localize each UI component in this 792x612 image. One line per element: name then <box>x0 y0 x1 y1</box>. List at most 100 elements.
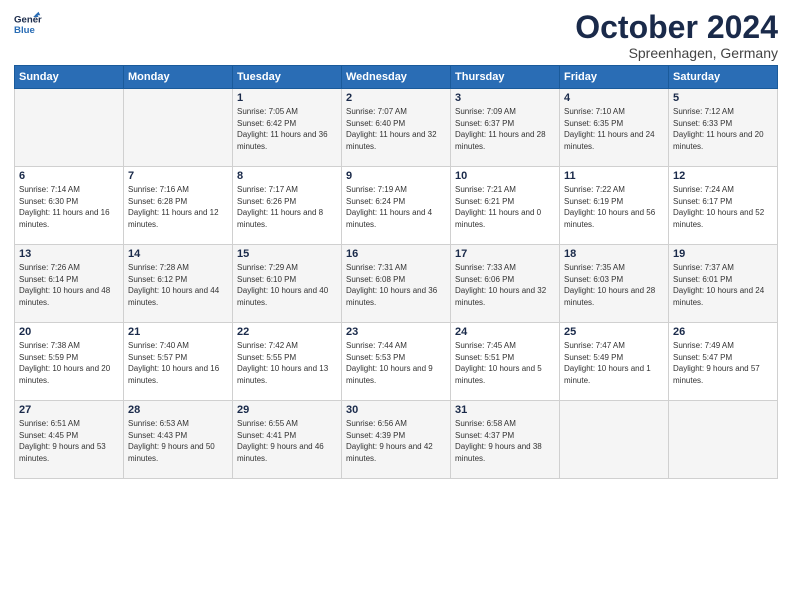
calendar-cell: 25 Sunrise: 7:47 AMSunset: 5:49 PMDayligh… <box>560 323 669 401</box>
day-number: 15 <box>237 248 337 260</box>
day-header-monday: Monday <box>124 66 233 89</box>
day-info: Sunrise: 7:12 AMSunset: 6:33 PMDaylight:… <box>673 106 773 152</box>
day-info: Sunrise: 7:47 AMSunset: 5:49 PMDaylight:… <box>564 340 664 386</box>
calendar-cell: 29 Sunrise: 6:55 AMSunset: 4:41 PMDayligh… <box>233 401 342 479</box>
logo-icon: General Blue <box>14 10 42 38</box>
page-subtitle: Spreenhagen, Germany <box>575 45 778 61</box>
day-number: 1 <box>237 92 337 104</box>
day-info: Sunrise: 6:58 AMSunset: 4:37 PMDaylight:… <box>455 418 555 464</box>
day-header-tuesday: Tuesday <box>233 66 342 89</box>
day-number: 27 <box>19 404 119 416</box>
day-number: 23 <box>346 326 446 338</box>
day-number: 11 <box>564 170 664 182</box>
day-number: 19 <box>673 248 773 260</box>
day-info: Sunrise: 7:37 AMSunset: 6:01 PMDaylight:… <box>673 262 773 308</box>
svg-text:Blue: Blue <box>14 25 35 36</box>
day-info: Sunrise: 7:10 AMSunset: 6:35 PMDaylight:… <box>564 106 664 152</box>
day-info: Sunrise: 7:19 AMSunset: 6:24 PMDaylight:… <box>346 184 446 230</box>
day-info: Sunrise: 7:45 AMSunset: 5:51 PMDaylight:… <box>455 340 555 386</box>
title-block: October 2024 Spreenhagen, Germany <box>575 10 778 61</box>
day-info: Sunrise: 7:14 AMSunset: 6:30 PMDaylight:… <box>19 184 119 230</box>
calendar-cell: 16 Sunrise: 7:31 AMSunset: 6:08 PMDayligh… <box>342 245 451 323</box>
calendar-cell: 1Sunrise: 7:05 AMSunset: 6:42 PMDaylight… <box>233 89 342 167</box>
calendar-cell <box>124 89 233 167</box>
calendar-cell: 14Sunrise: 7:28 AMSunset: 6:12 PMDayligh… <box>124 245 233 323</box>
calendar-cell: 24Sunrise: 7:45 AMSunset: 5:51 PMDayligh… <box>451 323 560 401</box>
calendar-cell: 13Sunrise: 7:26 AMSunset: 6:14 PMDayligh… <box>15 245 124 323</box>
day-info: Sunrise: 7:24 AMSunset: 6:17 PMDaylight:… <box>673 184 773 230</box>
calendar-cell: 7 Sunrise: 7:16 AMSunset: 6:28 PMDaylight… <box>124 167 233 245</box>
day-info: Sunrise: 6:51 AMSunset: 4:45 PMDaylight:… <box>19 418 119 464</box>
calendar-cell <box>560 401 669 479</box>
calendar-cell: 27 Sunrise: 6:51 AMSunset: 4:45 PMDayligh… <box>15 401 124 479</box>
day-number: 3 <box>455 92 555 104</box>
day-number: 22 <box>237 326 337 338</box>
calendar-cell: 30Sunrise: 6:56 AMSunset: 4:39 PMDayligh… <box>342 401 451 479</box>
day-number: 9 <box>346 170 446 182</box>
day-number: 20 <box>19 326 119 338</box>
day-number: 13 <box>19 248 119 260</box>
page-title: October 2024 <box>575 10 778 45</box>
calendar-cell <box>15 89 124 167</box>
calendar-cell: 8 Sunrise: 7:17 AMSunset: 6:26 PMDaylight… <box>233 167 342 245</box>
day-info: Sunrise: 7:33 AMSunset: 6:06 PMDaylight:… <box>455 262 555 308</box>
day-number: 7 <box>128 170 228 182</box>
day-info: Sunrise: 7:42 AMSunset: 5:55 PMDaylight:… <box>237 340 337 386</box>
day-number: 21 <box>128 326 228 338</box>
day-header-friday: Friday <box>560 66 669 89</box>
day-number: 2 <box>346 92 446 104</box>
calendar-cell: 4Sunrise: 7:10 AMSunset: 6:35 PMDaylight… <box>560 89 669 167</box>
day-number: 31 <box>455 404 555 416</box>
day-number: 18 <box>564 248 664 260</box>
day-info: Sunrise: 7:44 AMSunset: 5:53 PMDaylight:… <box>346 340 446 386</box>
day-header-wednesday: Wednesday <box>342 66 451 89</box>
day-info: Sunrise: 6:53 AMSunset: 4:43 PMDaylight:… <box>128 418 228 464</box>
calendar-cell: 31 Sunrise: 6:58 AMSunset: 4:37 PMDayligh… <box>451 401 560 479</box>
day-info: Sunrise: 7:38 AMSunset: 5:59 PMDaylight:… <box>19 340 119 386</box>
day-info: Sunrise: 7:07 AMSunset: 6:40 PMDaylight:… <box>346 106 446 152</box>
day-info: Sunrise: 7:09 AMSunset: 6:37 PMDaylight:… <box>455 106 555 152</box>
week-row-5: 27 Sunrise: 6:51 AMSunset: 4:45 PMDayligh… <box>15 401 778 479</box>
day-header-thursday: Thursday <box>451 66 560 89</box>
calendar-table: SundayMondayTuesdayWednesdayThursdayFrid… <box>14 65 778 479</box>
day-number: 29 <box>237 404 337 416</box>
day-number: 8 <box>237 170 337 182</box>
day-header-saturday: Saturday <box>669 66 778 89</box>
logo: General Blue <box>14 10 42 38</box>
calendar-cell: 18 Sunrise: 7:35 AMSunset: 6:03 PMDayligh… <box>560 245 669 323</box>
day-number: 6 <box>19 170 119 182</box>
day-info: Sunrise: 7:49 AMSunset: 5:47 PMDaylight:… <box>673 340 773 386</box>
day-info: Sunrise: 7:35 AMSunset: 6:03 PMDaylight:… <box>564 262 664 308</box>
calendar-cell: 6 Sunrise: 7:14 AMSunset: 6:30 PMDaylight… <box>15 167 124 245</box>
week-row-2: 6 Sunrise: 7:14 AMSunset: 6:30 PMDaylight… <box>15 167 778 245</box>
calendar-cell: 10Sunrise: 7:21 AMSunset: 6:21 PMDayligh… <box>451 167 560 245</box>
day-info: Sunrise: 6:56 AMSunset: 4:39 PMDaylight:… <box>346 418 446 464</box>
calendar-cell: 15Sunrise: 7:29 AMSunset: 6:10 PMDayligh… <box>233 245 342 323</box>
calendar-cell: 12 Sunrise: 7:24 AMSunset: 6:17 PMDayligh… <box>669 167 778 245</box>
day-number: 26 <box>673 326 773 338</box>
day-number: 25 <box>564 326 664 338</box>
day-info: Sunrise: 7:17 AMSunset: 6:26 PMDaylight:… <box>237 184 337 230</box>
day-info: Sunrise: 7:31 AMSunset: 6:08 PMDaylight:… <box>346 262 446 308</box>
day-info: Sunrise: 7:28 AMSunset: 6:12 PMDaylight:… <box>128 262 228 308</box>
day-info: Sunrise: 7:22 AMSunset: 6:19 PMDaylight:… <box>564 184 664 230</box>
calendar-cell: 5 Sunrise: 7:12 AMSunset: 6:33 PMDaylight… <box>669 89 778 167</box>
calendar-cell: 22 Sunrise: 7:42 AMSunset: 5:55 PMDayligh… <box>233 323 342 401</box>
calendar-cell <box>669 401 778 479</box>
day-info: Sunrise: 7:21 AMSunset: 6:21 PMDaylight:… <box>455 184 555 230</box>
calendar-cell: 19 Sunrise: 7:37 AMSunset: 6:01 PMDayligh… <box>669 245 778 323</box>
calendar-cell: 9 Sunrise: 7:19 AMSunset: 6:24 PMDaylight… <box>342 167 451 245</box>
calendar-cell: 2 Sunrise: 7:07 AMSunset: 6:40 PMDaylight… <box>342 89 451 167</box>
day-number: 16 <box>346 248 446 260</box>
calendar-cell: 26 Sunrise: 7:49 AMSunset: 5:47 PMDayligh… <box>669 323 778 401</box>
week-row-1: 1Sunrise: 7:05 AMSunset: 6:42 PMDaylight… <box>15 89 778 167</box>
day-number: 12 <box>673 170 773 182</box>
day-info: Sunrise: 6:55 AMSunset: 4:41 PMDaylight:… <box>237 418 337 464</box>
day-number: 5 <box>673 92 773 104</box>
day-number: 17 <box>455 248 555 260</box>
calendar-cell: 20 Sunrise: 7:38 AMSunset: 5:59 PMDayligh… <box>15 323 124 401</box>
week-row-3: 13Sunrise: 7:26 AMSunset: 6:14 PMDayligh… <box>15 245 778 323</box>
calendar-cell: 23 Sunrise: 7:44 AMSunset: 5:53 PMDayligh… <box>342 323 451 401</box>
calendar-cell: 21Sunrise: 7:40 AMSunset: 5:57 PMDayligh… <box>124 323 233 401</box>
day-info: Sunrise: 7:16 AMSunset: 6:28 PMDaylight:… <box>128 184 228 230</box>
